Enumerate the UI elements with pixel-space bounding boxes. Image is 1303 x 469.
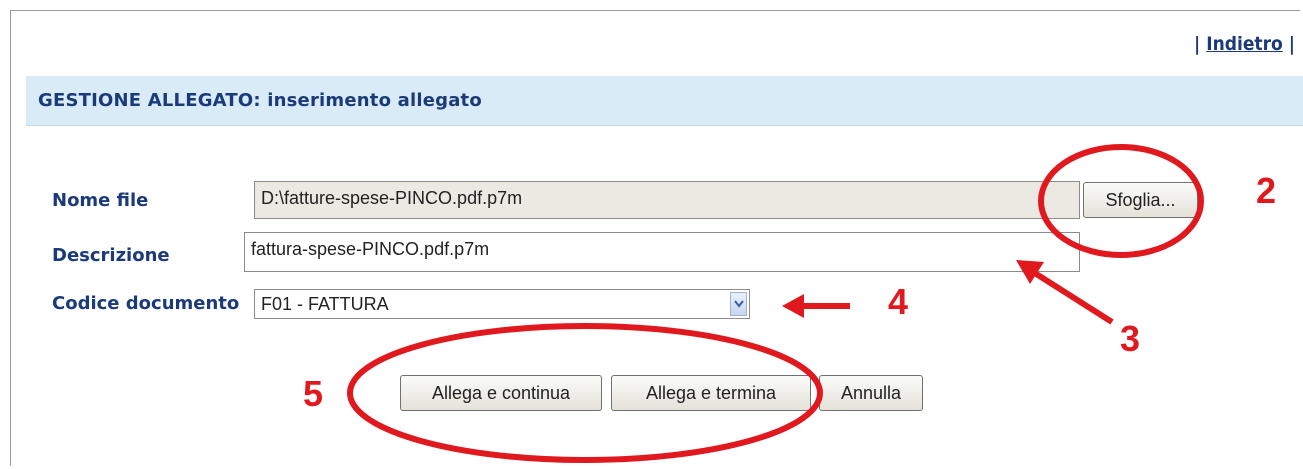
- annotation-label-2: 2: [1256, 170, 1277, 211]
- annotation-ellipse-browse: [1038, 144, 1204, 258]
- annotation-arrow-3: [1028, 267, 1114, 325]
- annotation-arrowhead-3: [1016, 260, 1044, 284]
- annotation-arrowhead-4: [782, 294, 804, 318]
- annotation-label-5: 5: [303, 373, 324, 414]
- annotation-overlay: [347, 144, 1204, 463]
- annotation-ellipse-actions: [347, 323, 823, 463]
- annotation-label-4: 4: [888, 281, 909, 322]
- annotation-label-3: 3: [1120, 318, 1141, 359]
